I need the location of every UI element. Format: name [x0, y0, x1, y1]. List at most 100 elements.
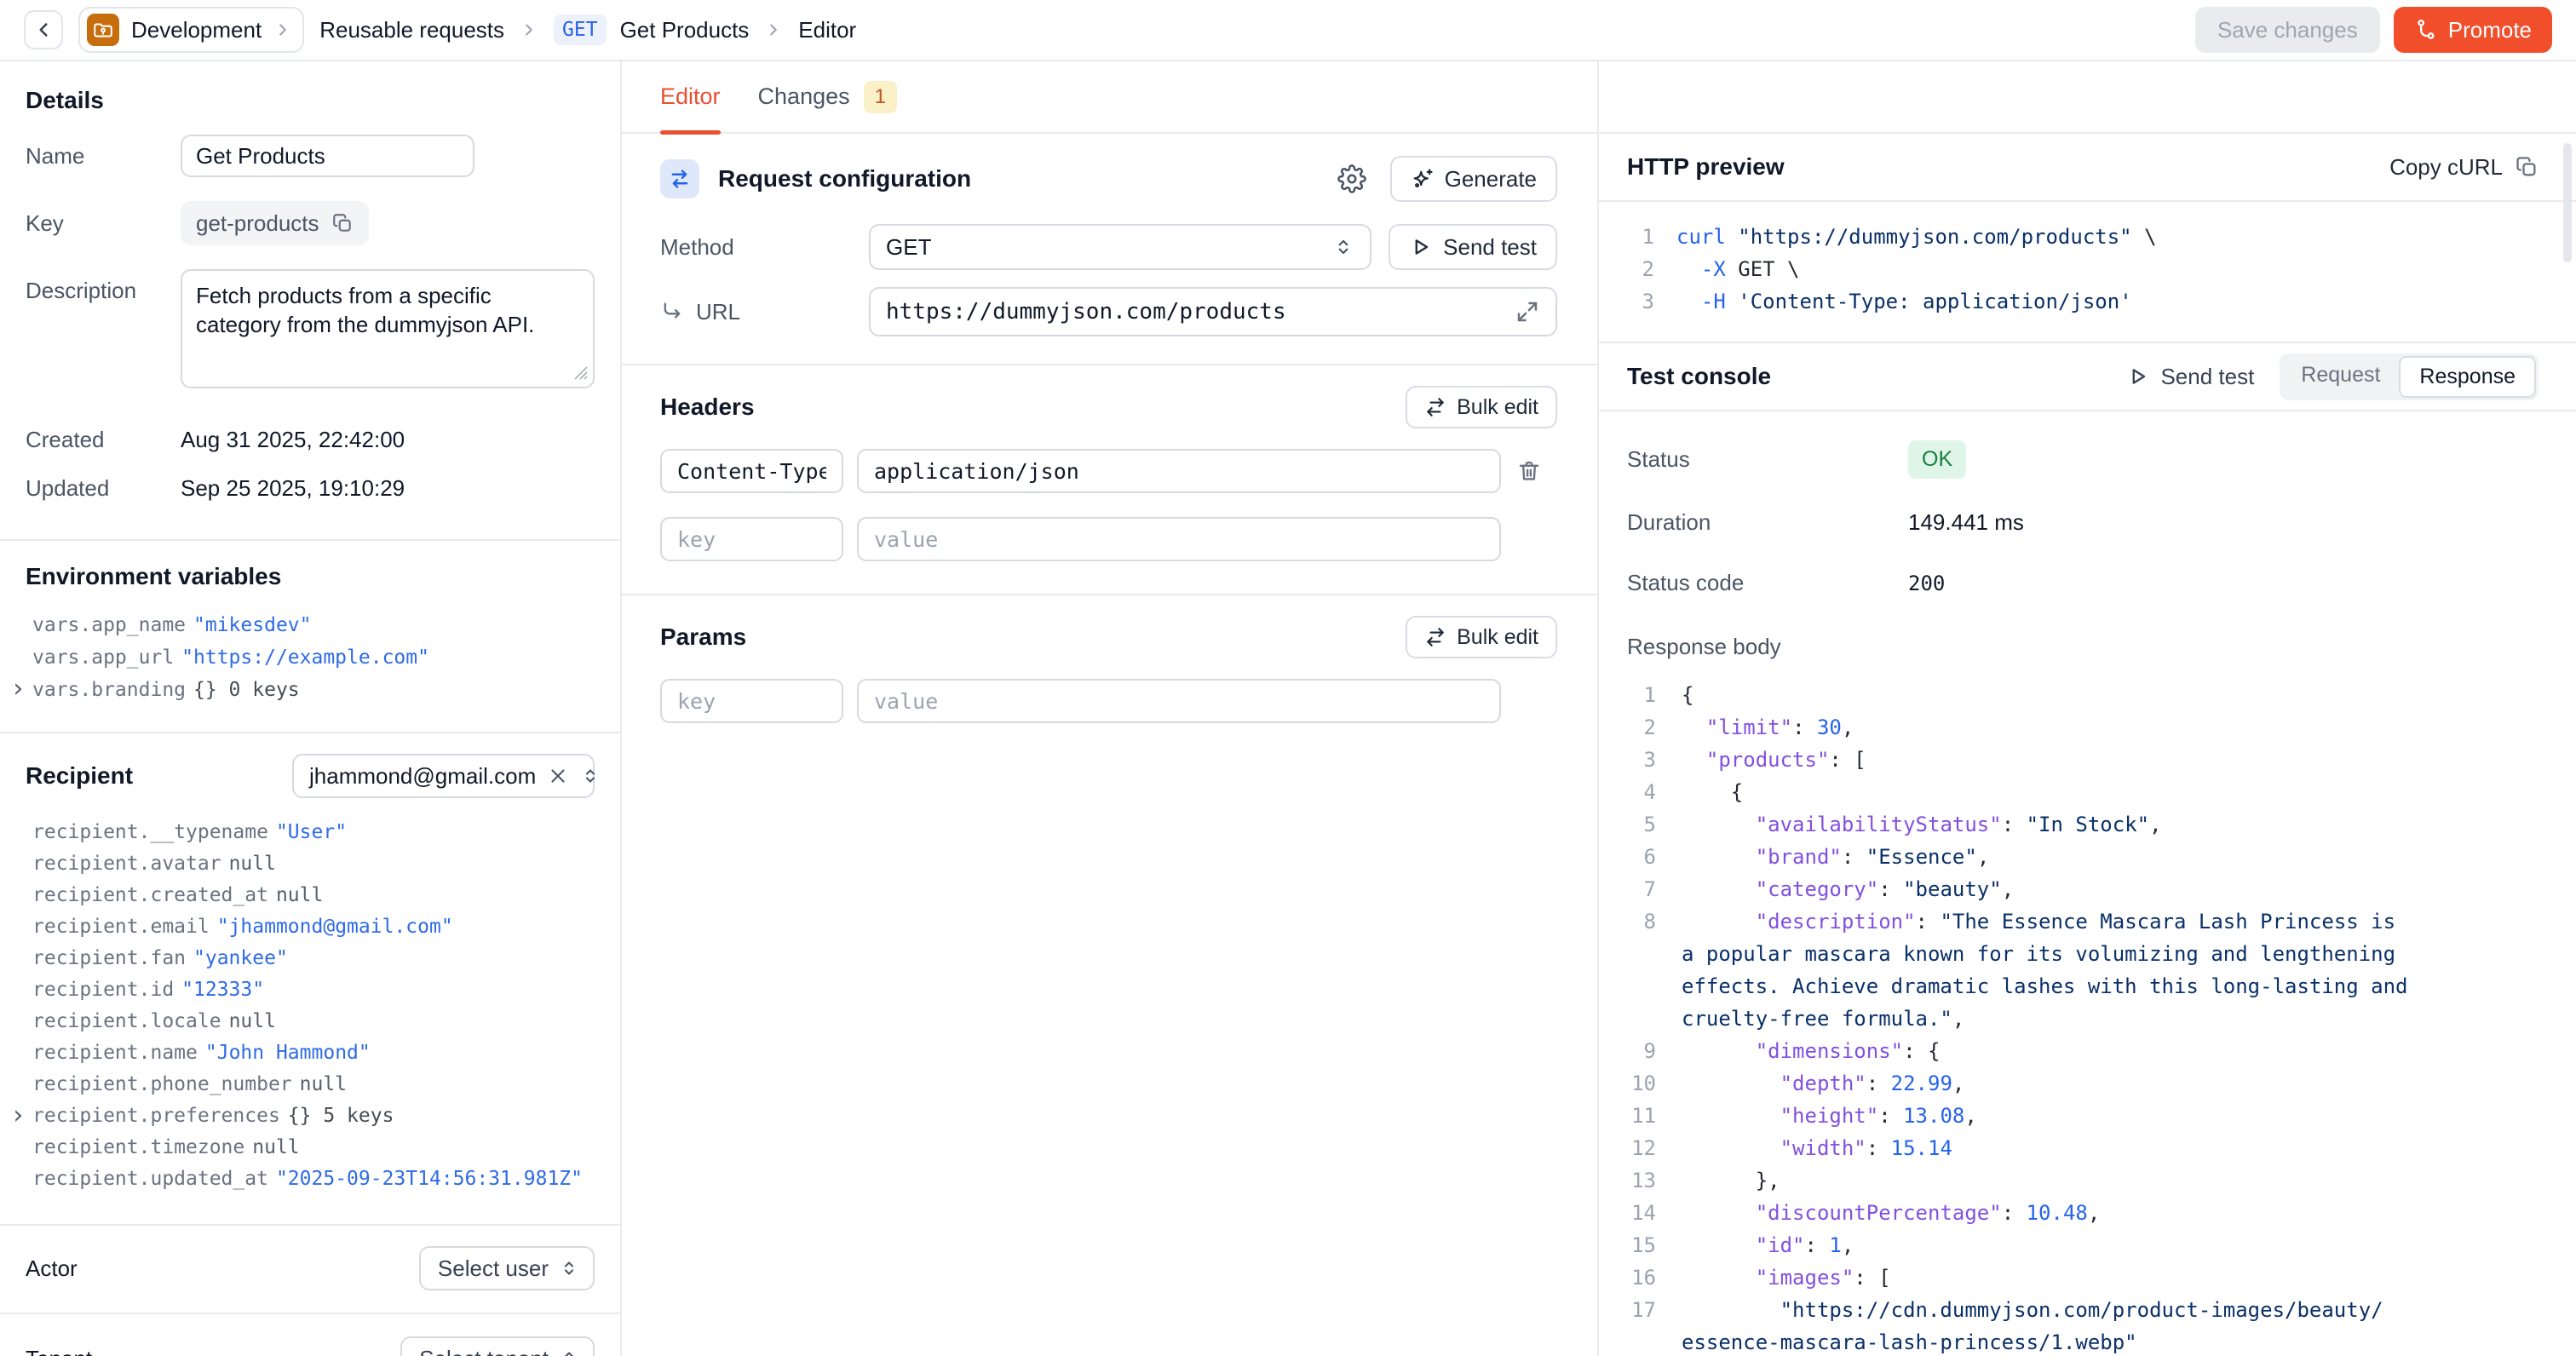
kv-value: "https://example.com" — [181, 646, 429, 669]
method-badge: GET — [554, 14, 607, 45]
kv-key: recipient.updated_at — [32, 1168, 268, 1190]
kv-value: null — [229, 1010, 276, 1032]
kv-value: "mikesdev" — [193, 614, 311, 636]
name-input[interactable] — [181, 135, 474, 177]
tab-changes[interactable]: Changes 1 — [758, 61, 897, 133]
kv-key: vars.branding — [32, 679, 186, 701]
actor-label: Actor — [26, 1255, 78, 1282]
kv-key: recipient.fan — [32, 947, 186, 969]
chevrons-up-down-icon — [1332, 236, 1354, 258]
created-value: Aug 31 2025, 22:42:00 — [181, 427, 405, 453]
expand-chevron-icon[interactable]: › — [10, 1100, 26, 1131]
kv-value: {} 0 keys — [193, 679, 300, 701]
chevron-right-icon — [273, 20, 292, 39]
branch-promote-icon — [2414, 18, 2438, 42]
top-bar: Development Reusable requests GET Get Pr… — [0, 0, 2576, 61]
kv-row: recipient.name"John Hammond" — [10, 1037, 595, 1069]
corner-down-right-icon — [660, 300, 684, 324]
recipient-select[interactable]: jhammond@gmail.com — [292, 754, 595, 798]
clear-x-icon[interactable] — [548, 766, 568, 786]
env-vars-list: vars.app_name"mikesdev"vars.app_url"http… — [10, 609, 595, 706]
copy-curl-label: Copy cURL — [2389, 154, 2503, 181]
key-value-pill: get-products — [181, 201, 369, 245]
code-line: 1{ — [1627, 679, 2539, 711]
save-changes-button[interactable]: Save changes — [2195, 7, 2380, 53]
kv-key: vars.app_url — [32, 646, 174, 669]
code-line: 2 -X GET \ — [1627, 253, 2539, 285]
status-label: Status — [1627, 446, 1908, 473]
console-send-test-button[interactable]: Send test — [2126, 364, 2254, 390]
headers-title: Headers — [660, 394, 755, 421]
workspace-folder-icon — [87, 14, 119, 46]
key-label: Key — [26, 210, 181, 237]
description-textarea[interactable]: Fetch products from a specific category … — [181, 269, 595, 388]
details-sidebar: Details Name Key get-products Descript — [0, 61, 622, 1356]
url-value: https://dummyjson.com/products — [886, 299, 1286, 325]
tenant-select[interactable]: Select tenant — [400, 1336, 595, 1356]
chevron-left-icon — [32, 19, 55, 41]
request-tab[interactable]: Request — [2282, 356, 2399, 398]
back-button[interactable] — [24, 10, 63, 49]
header-key-input[interactable] — [660, 449, 843, 493]
headers-bulk-edit-button[interactable]: Bulk edit — [1406, 386, 1557, 428]
gear-icon[interactable] — [1337, 164, 1366, 193]
kv-row: recipient.id"12333" — [10, 974, 595, 1006]
resize-handle-icon[interactable] — [574, 366, 588, 384]
expand-chevron-icon[interactable]: › — [10, 674, 26, 704]
code-line: 7 "category": "beauty", — [1627, 873, 2539, 905]
code-line: 14 "discountPercentage": 10.48, — [1627, 1197, 2539, 1229]
kv-value: {} 5 keys — [288, 1105, 394, 1127]
code-line: 11 "height": 13.08, — [1627, 1100, 2539, 1132]
recipient-selected-value: jhammond@gmail.com — [309, 763, 536, 790]
header-value-input[interactable] — [857, 449, 1501, 493]
method-label: Method — [660, 234, 869, 261]
key-value: get-products — [196, 210, 319, 237]
details-title: Details — [26, 87, 595, 114]
workspace-selector[interactable]: Development — [78, 7, 304, 53]
play-icon — [2126, 365, 2150, 388]
kv-value: null — [300, 1073, 347, 1095]
tab-editor[interactable]: Editor — [660, 61, 721, 133]
copy-curl-button[interactable]: Copy cURL — [2389, 154, 2539, 181]
send-test-button[interactable]: Send test — [1389, 224, 1557, 270]
kv-value: null — [252, 1136, 299, 1158]
method-select[interactable]: GET — [869, 224, 1371, 270]
name-label: Name — [26, 143, 181, 170]
params-bulk-edit-button[interactable]: Bulk edit — [1406, 616, 1557, 658]
play-icon — [1409, 235, 1433, 259]
actor-select[interactable]: Select user — [419, 1246, 595, 1290]
code-line: 16 "images": [ — [1627, 1261, 2539, 1294]
kv-key: recipient.phone_number — [32, 1073, 292, 1095]
code-line: cruelty-free formula.", — [1627, 1003, 2539, 1035]
param-key-input[interactable] — [660, 679, 843, 723]
kv-row: › recipient.preferences {} 5 keys — [10, 1100, 595, 1132]
recipient-fields-list: recipient.__typename"User"recipient.avat… — [10, 817, 595, 1195]
updated-value: Sep 25 2025, 19:10:29 — [181, 475, 405, 502]
status-code-label: Status code — [1627, 570, 1908, 596]
description-label: Description — [26, 269, 181, 393]
kv-key: recipient.preferences — [32, 1105, 280, 1127]
kv-row: recipient.timezonenull — [10, 1132, 595, 1164]
promote-button[interactable]: Promote — [2394, 7, 2552, 53]
scrollbar-thumb[interactable] — [2563, 143, 2572, 262]
header-key-input-empty[interactable] — [660, 517, 843, 561]
url-input[interactable]: https://dummyjson.com/products — [869, 287, 1557, 336]
expand-icon[interactable] — [1515, 299, 1540, 325]
param-value-input[interactable] — [857, 679, 1501, 723]
preview-panel: HTTP preview Copy cURL 1curl "https://du… — [1599, 61, 2576, 1356]
generate-button[interactable]: Generate — [1390, 156, 1557, 202]
test-console-title: Test console — [1627, 363, 1771, 390]
kv-key: recipient.__typename — [32, 821, 268, 843]
curl-preview-code: 1curl "https://dummyjson.com/products" \… — [1599, 202, 2576, 342]
code-line: 17 "https://cdn.dummyjson.com/product-im… — [1627, 1294, 2539, 1326]
breadcrumb-request-name[interactable]: Get Products — [620, 17, 750, 43]
response-tab[interactable]: Response — [2399, 356, 2536, 398]
breadcrumb-editor[interactable]: Editor — [798, 17, 856, 43]
breadcrumb-reusable-requests[interactable]: Reusable requests — [319, 17, 504, 43]
header-value-input-empty[interactable] — [857, 517, 1501, 561]
trash-icon[interactable] — [1501, 458, 1557, 484]
kv-value: "12333" — [181, 979, 264, 1001]
copy-icon[interactable] — [331, 212, 354, 234]
http-preview-title: HTTP preview — [1627, 153, 1785, 181]
workspace-name: Development — [131, 17, 262, 43]
